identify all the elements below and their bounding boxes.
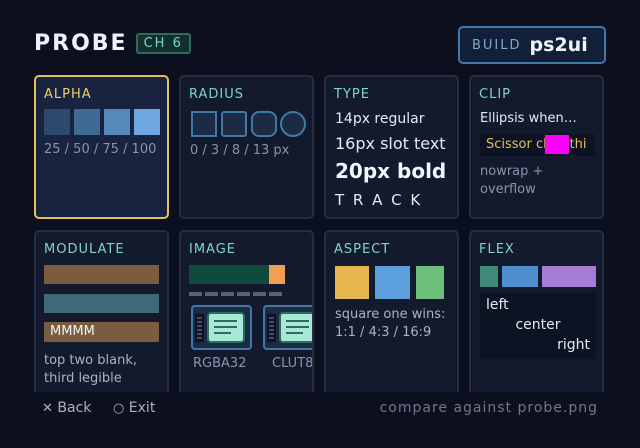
footer-back-hint[interactable]: ✕ Back: [42, 400, 91, 416]
type-sample-20-bold: 20px bold: [335, 159, 447, 183]
image-icon-rgba32: [191, 305, 252, 350]
flex-box-3: [542, 266, 596, 287]
card-alpha-title: ALPHA: [44, 87, 92, 102]
flex-align-panel: left center right: [480, 293, 596, 359]
radius-box-13: [280, 111, 306, 137]
build-value: ps2ui: [529, 34, 588, 56]
card-image-title: IMAGE: [189, 242, 237, 257]
footer-back-label: Back: [57, 400, 92, 416]
clip-scissor-region: Scissor clips thi: [480, 134, 595, 156]
chip-icon: [267, 312, 312, 343]
aspect-box-4-3: [375, 266, 410, 299]
image-icon-clut8-label: CLUT8: [272, 356, 314, 371]
build-label: BUILD: [472, 37, 522, 53]
image-bar-track: [189, 265, 285, 284]
clip-ellipsis-text: Ellipsis when…: [480, 111, 577, 126]
footer-exit-hint[interactable]: ○ Exit: [113, 400, 155, 416]
footer-note: compare against probe.png: [379, 400, 598, 416]
flex-box-2: [502, 266, 538, 287]
type-sample-16: 16px slot text: [335, 134, 446, 153]
flex-align-left: left: [486, 297, 509, 313]
header-title-group: PROBE CH 6: [34, 31, 191, 56]
card-image[interactable]: IMAGE RGBA32 CLUT8: [179, 230, 314, 400]
type-sample-14: 14px regular: [335, 111, 425, 127]
chip-icon: [195, 312, 245, 343]
clip-scissor-text: Scissor clips thi: [486, 137, 587, 152]
modulate-bar-1: [44, 265, 159, 284]
image-dash-strip: [189, 292, 285, 296]
flex-align-right: right: [557, 337, 590, 353]
alpha-swatch-100: [134, 109, 160, 135]
flex-align-center: center: [515, 317, 561, 333]
card-aspect[interactable]: ASPECT square one wins: 1:1 / 4:3 / 16:9: [324, 230, 459, 400]
card-type-title: TYPE: [334, 87, 370, 102]
alpha-values: 25 / 50 / 75 / 100: [44, 142, 157, 157]
card-radius[interactable]: RADIUS 0 / 3 / 8 / 13 px: [179, 75, 314, 219]
card-flex[interactable]: FLEX left center right: [469, 230, 604, 400]
modulate-bar-3-text: MMMM: [50, 324, 95, 339]
card-radius-title: RADIUS: [189, 87, 245, 102]
card-clip-title: CLIP: [479, 87, 511, 102]
radius-box-8: [251, 111, 277, 137]
type-sample-tracking: T R A C K: [335, 191, 423, 209]
aspect-note: square one wins: 1:1 / 4:3 / 16:9: [335, 307, 446, 340]
image-icon-rgba32-label: RGBA32: [193, 356, 247, 371]
card-type[interactable]: TYPE 14px regular 16px slot text 20px bo…: [324, 75, 459, 219]
clip-note: nowrap + overflow: [480, 164, 544, 197]
page-title: PROBE: [34, 31, 128, 56]
card-modulate-title: MODULATE: [44, 242, 125, 257]
card-flex-title: FLEX: [479, 242, 515, 257]
cross-icon: ✕: [42, 401, 53, 416]
image-bar-fill: [189, 265, 273, 284]
card-clip[interactable]: CLIP Ellipsis when… Scissor clips thi no…: [469, 75, 604, 219]
image-icon-clut8: [263, 305, 312, 350]
clip-magenta-marker: [545, 135, 569, 154]
circle-icon: ○: [113, 401, 125, 416]
alpha-swatch-75: [104, 109, 130, 135]
flex-box-1: [480, 266, 498, 287]
footer-exit-label: Exit: [128, 400, 156, 416]
card-modulate[interactable]: MODULATE MMMM top two blank, third legib…: [34, 230, 169, 400]
alpha-swatch-50: [74, 109, 100, 135]
image-bar-end: [269, 265, 285, 284]
radius-box-3: [221, 111, 247, 137]
modulate-bar-2: [44, 294, 159, 313]
build-badge: BUILD ps2ui: [458, 26, 606, 64]
modulate-note: top two blank, third legible: [44, 353, 137, 386]
card-aspect-title: ASPECT: [334, 242, 391, 257]
aspect-box-1-1: [335, 266, 369, 299]
channel-badge: CH 6: [135, 33, 191, 54]
modulate-bar-3: MMMM: [44, 322, 159, 342]
radius-box-0: [191, 111, 217, 137]
card-alpha[interactable]: ALPHA 25 / 50 / 75 / 100: [34, 75, 169, 219]
alpha-swatch-25: [44, 109, 70, 135]
aspect-box-16-9: [416, 266, 444, 299]
radius-values: 0 / 3 / 8 / 13 px: [190, 143, 290, 158]
